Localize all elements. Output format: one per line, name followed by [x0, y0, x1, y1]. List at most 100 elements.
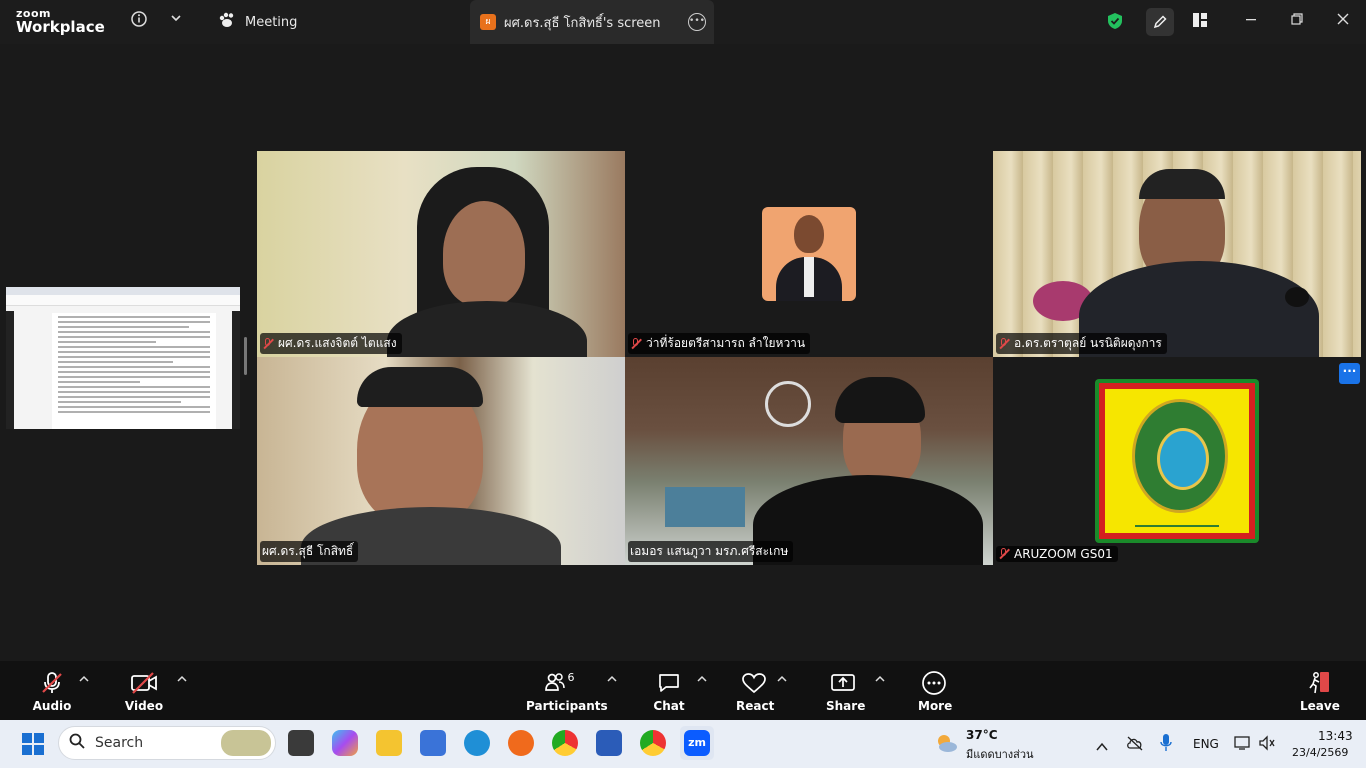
microphone: [1285, 287, 1309, 307]
restore-icon[interactable]: [1287, 12, 1307, 32]
firefox-icon[interactable]: [508, 730, 534, 756]
video-button[interactable]: Video: [122, 669, 166, 713]
chevron-up-icon[interactable]: [1096, 737, 1108, 756]
thumbnail-document: [52, 313, 216, 429]
store-icon[interactable]: [420, 730, 446, 756]
thumbnail-scrollbar: [232, 311, 240, 429]
tab-screen-label: ผศ.ดร.สุธี โกสิทธิ์'s screen: [504, 15, 661, 31]
video-tile-active-speaker[interactable]: ผศ.ดร.สุธี โกสิทธิ์: [257, 357, 625, 565]
chrome-icon[interactable]: [552, 730, 578, 756]
chrome-profile-icon[interactable]: [640, 730, 666, 756]
shield-icon[interactable]: [1105, 12, 1125, 32]
audio-button[interactable]: Audio: [30, 669, 74, 713]
participant-name: ARUZOOM GS01: [1014, 547, 1113, 561]
participant-name-tag: ผศ.ดร.สุธี โกสิทธิ์: [260, 541, 359, 562]
thumbnail-address-bar: [6, 295, 240, 306]
participant-hair: [357, 367, 483, 407]
layout-icon[interactable]: [1190, 12, 1210, 32]
heart-icon: [736, 669, 772, 697]
file-explorer-icon[interactable]: [376, 730, 402, 756]
share-button[interactable]: Share: [826, 669, 865, 713]
mic-muted-icon: [262, 337, 274, 350]
cloud-off-icon[interactable]: [1126, 735, 1144, 755]
video-options-caret[interactable]: [177, 675, 187, 686]
participant-name-tag: เอมอร แสนภูวา มรภ.ศรีสะเกษ: [628, 541, 794, 562]
language-indicator[interactable]: ENG: [1193, 737, 1219, 751]
weather-icon[interactable]: [934, 732, 958, 754]
share-options-caret[interactable]: [875, 675, 885, 686]
shared-screen-thumbnail[interactable]: [6, 287, 240, 429]
share-icon: [826, 669, 860, 697]
participants-count: 6: [567, 670, 575, 684]
video-muted-icon: [122, 669, 166, 697]
participant-name: เอมอร แสนภูวา มรภ.ศรีสะเกษ: [630, 544, 789, 558]
task-view-icon[interactable]: [288, 730, 314, 756]
participants-icon: [544, 671, 566, 696]
pencil-icon[interactable]: [1146, 8, 1174, 36]
video-tile[interactable]: ว่าที่ร้อยตรีสามารถ ลำใยหวาน: [625, 151, 993, 357]
edge-icon[interactable]: [464, 730, 490, 756]
chat-options-caret[interactable]: [697, 675, 707, 686]
tile-more-button[interactable]: ···: [1339, 363, 1360, 384]
participants-button[interactable]: 6 Participants: [526, 669, 608, 714]
participant-name-tag: ARUZOOM GS01: [996, 546, 1118, 562]
react-options-caret[interactable]: [777, 675, 787, 686]
word-icon[interactable]: [596, 730, 622, 756]
zoom-app-active[interactable]: zm: [680, 726, 714, 760]
more-button[interactable]: More: [918, 669, 952, 713]
react-button[interactable]: React: [736, 669, 775, 713]
university-logo: [1095, 379, 1259, 543]
audio-options-caret[interactable]: [79, 675, 89, 686]
thumbnail-browser-bar: [6, 287, 240, 295]
clock-time[interactable]: 13:43: [1318, 729, 1353, 743]
brand-bottom: Workplace: [16, 18, 105, 36]
video-tile[interactable]: อ.ดร.ตราตุลย์ นรนิติผดุงการ: [993, 151, 1361, 357]
avatar: [762, 207, 856, 301]
video-tile[interactable]: ARUZOOM GS01: [993, 357, 1361, 565]
chat-button[interactable]: Chat: [652, 669, 686, 713]
copilot-icon[interactable]: [332, 730, 358, 756]
video-label: Video: [124, 699, 164, 713]
display-icon[interactable]: [1234, 735, 1252, 755]
search-highlight-image: [221, 730, 271, 756]
leave-label: Leave: [1300, 699, 1340, 713]
info-icon[interactable]: [128, 10, 150, 32]
tab-screen-share[interactable]: ผ ผศ.ดร.สุธี โกสิทธิ์'s screen •••: [470, 0, 714, 44]
wall-picture: [665, 487, 745, 527]
participant-name: ผศ.ดร.แสงจิตต์ ไตแสง: [278, 336, 397, 350]
meeting-icon: [218, 12, 236, 32]
video-tile[interactable]: ผศ.ดร.แสงจิตต์ ไตแสง: [257, 151, 625, 357]
mic-muted-icon: [630, 337, 642, 350]
more-icon: [918, 669, 950, 697]
mic-muted-icon: [998, 548, 1010, 560]
title-bar: zoom Workplace Meeting ผ ผศ.ดร.สุธี โกสิ…: [0, 0, 1366, 44]
participant-face: [443, 201, 525, 306]
close-icon[interactable]: [1333, 12, 1353, 32]
participants-label: Participants: [526, 699, 608, 713]
leave-button[interactable]: Leave: [1300, 669, 1340, 713]
participant-hair: [1139, 169, 1225, 199]
tab-more-icon[interactable]: •••: [688, 13, 706, 31]
panel-splitter[interactable]: [244, 337, 247, 375]
react-label: React: [736, 699, 775, 713]
clock-date[interactable]: 23/4/2569: [1292, 746, 1348, 759]
speaker-muted-icon[interactable]: [1258, 735, 1276, 755]
participant-name: อ.ดร.ตราตุลย์ นรนิติผดุงการ: [1014, 336, 1162, 350]
meeting-toolbar: Audio Video 6 Participants Chat React Sh…: [0, 661, 1366, 720]
windows-taskbar: Search zm 37°C มีแดดบางส่วน ENG 13:43 23…: [0, 720, 1366, 768]
weather-desc: มีแดดบางส่วน: [966, 748, 1034, 761]
chat-icon: [652, 669, 686, 697]
participant-name-tag: อ.ดร.ตราตุลย์ นรนิติผดุงการ: [996, 333, 1167, 354]
chat-label: Chat: [653, 699, 685, 713]
video-tile[interactable]: เอมอร แสนภูวา มรภ.ศรีสะเกษ: [625, 357, 993, 565]
weather-temp: 37°C: [966, 728, 998, 742]
tab-meeting-label: Meeting: [245, 14, 298, 30]
taskbar-search[interactable]: Search: [58, 726, 276, 760]
participants-options-caret[interactable]: [607, 675, 617, 686]
microphone-icon[interactable]: [1159, 733, 1173, 757]
windows-icon[interactable]: [21, 732, 45, 760]
participant-name-tag: ว่าที่ร้อยตรีสามารถ ลำใยหวาน: [628, 333, 811, 354]
minimize-icon[interactable]: [1241, 12, 1261, 32]
tab-meeting[interactable]: Meeting: [218, 0, 297, 44]
chevron-down-icon[interactable]: [165, 10, 187, 32]
